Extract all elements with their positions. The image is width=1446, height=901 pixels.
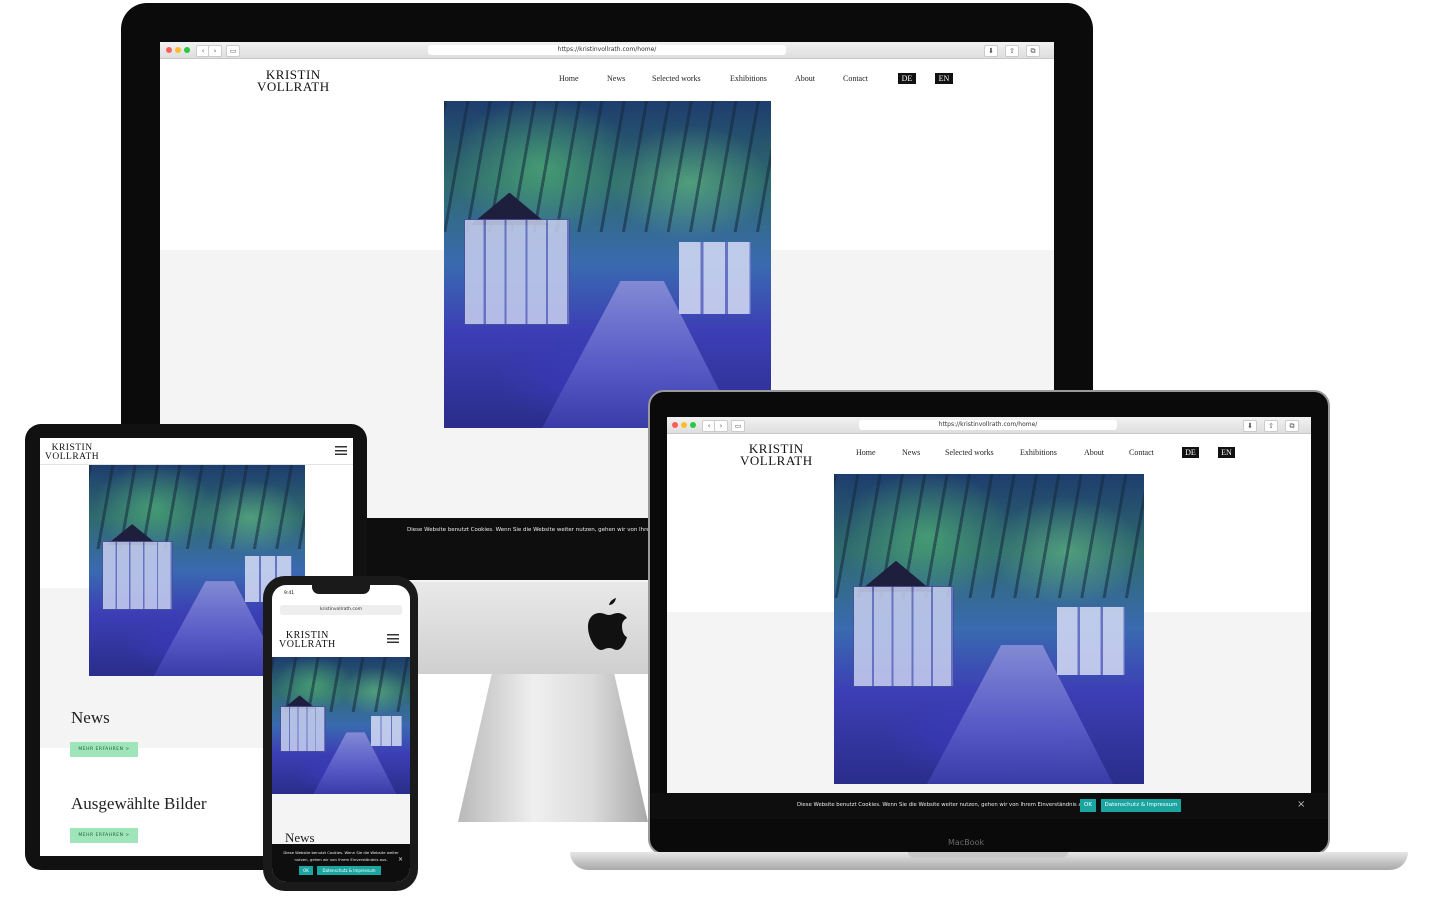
close-window-icon[interactable] xyxy=(672,422,678,428)
imac-cookie-bar: Diese Website benutzt Cookies. Wenn Sie … xyxy=(367,518,660,580)
cookie-ok-button[interactable]: OK xyxy=(299,866,313,875)
selected-heading: Ausgewählte Bilder xyxy=(71,794,207,813)
news-more-button[interactable]: MEHR ERFAHREN > xyxy=(70,742,138,757)
hero-painting xyxy=(272,657,410,794)
phone-screen: 9:41 kristinvollrath.com KRISTIN VOLLRAT… xyxy=(272,585,410,882)
site-logo[interactable]: KRISTIN VOLLRATH xyxy=(740,442,813,468)
macbook-label: MacBook xyxy=(948,838,985,847)
lang-en-button[interactable]: EN xyxy=(1218,447,1235,458)
apple-logo-icon xyxy=(588,598,627,650)
lang-en-button[interactable]: EN xyxy=(935,73,953,84)
sidebar-icon[interactable]: ▭ xyxy=(731,420,745,432)
hero-painting xyxy=(444,101,771,428)
cookie-privacy-button[interactable]: Datenschutz & Impressum xyxy=(1101,799,1181,812)
close-icon[interactable]: × xyxy=(398,856,403,863)
logo-line2: VOLLRATH xyxy=(45,451,100,462)
status-time: 9:41 xyxy=(284,591,295,596)
logo-line2: VOLLRATH xyxy=(279,639,336,651)
forward-icon[interactable]: › xyxy=(714,420,728,432)
phone-notch xyxy=(312,585,370,594)
site-logo[interactable]: KRISTIN VOLLRATH xyxy=(257,68,330,94)
phone-logo[interactable]: KRISTIN VOLLRATH xyxy=(279,630,336,651)
news-heading: News xyxy=(71,708,110,727)
url-bar[interactable]: kristinvollrath.com xyxy=(280,605,402,615)
close-window-icon[interactable] xyxy=(166,47,172,53)
close-icon[interactable]: × xyxy=(1297,799,1305,810)
nav-selected-works[interactable]: Selected works xyxy=(945,448,994,457)
nav-contact[interactable]: Contact xyxy=(1129,448,1154,457)
nav-about[interactable]: About xyxy=(795,74,815,83)
download-icon[interactable]: ⬇ xyxy=(984,45,998,57)
cookie-text: Diese Website benutzt Cookies. Wenn Sie … xyxy=(283,850,399,862)
url-bar[interactable]: https://kristinvollrath.com/home/ xyxy=(428,45,786,55)
sidebar-icon[interactable]: ▭ xyxy=(226,45,240,57)
zoom-window-icon[interactable] xyxy=(184,47,190,53)
logo-line2: VOLLRATH xyxy=(257,78,330,94)
tabs-icon[interactable]: ⧉ xyxy=(1285,420,1299,432)
nav-exhibitions[interactable]: Exhibitions xyxy=(730,74,767,83)
download-icon[interactable]: ⬇ xyxy=(1243,420,1257,432)
logo-line2: VOLLRATH xyxy=(740,452,813,468)
imac-stand xyxy=(458,672,648,822)
menu-icon[interactable] xyxy=(387,634,399,643)
lang-de-button[interactable]: DE xyxy=(898,73,916,84)
nav-about[interactable]: About xyxy=(1084,448,1104,457)
macbook-base-notch xyxy=(908,852,1068,858)
url-bar[interactable]: https://kristinvollrath.com/home/ xyxy=(859,420,1117,430)
nav-home[interactable]: Home xyxy=(856,448,876,457)
macbook-screen: ‹ › ▭ https://kristinvollrath.com/home/ … xyxy=(667,417,1311,817)
cookie-text: Diese Website benutzt Cookies. Wenn Sie … xyxy=(407,527,661,533)
minimize-window-icon[interactable] xyxy=(175,47,181,53)
minimize-window-icon[interactable] xyxy=(681,422,687,428)
forward-icon[interactable]: › xyxy=(208,45,222,57)
browser-toolbar: ‹ › ▭ https://kristinvollrath.com/home/ … xyxy=(160,42,1054,59)
lang-de-button[interactable]: DE xyxy=(1182,447,1199,458)
share-icon[interactable]: ⇧ xyxy=(1264,420,1278,432)
nav-news[interactable]: News xyxy=(902,448,920,457)
nav-news[interactable]: News xyxy=(607,74,625,83)
macbook-cookie-bar: Diese Website benutzt Cookies. Wenn Sie … xyxy=(651,793,1328,819)
browser-toolbar: ‹ › ▭ https://kristinvollrath.com/home/ … xyxy=(667,417,1311,434)
nav-selected-works[interactable]: Selected works xyxy=(652,74,701,83)
nav-exhibitions[interactable]: Exhibitions xyxy=(1020,448,1057,457)
hero-painting xyxy=(834,474,1144,784)
cookie-text: Diese Website benutzt Cookies. Wenn Sie … xyxy=(797,802,1090,808)
tabs-icon[interactable]: ⧉ xyxy=(1026,45,1040,57)
nav-home[interactable]: Home xyxy=(559,74,579,83)
cookie-privacy-button[interactable]: Datenschutz & Impressum xyxy=(317,866,381,875)
tablet-logo[interactable]: KRISTIN VOLLRATH xyxy=(45,443,100,462)
share-icon[interactable]: ⇧ xyxy=(1005,45,1019,57)
zoom-window-icon[interactable] xyxy=(690,422,696,428)
cookie-ok-button[interactable]: OK xyxy=(1080,799,1096,812)
nav-contact[interactable]: Contact xyxy=(843,74,868,83)
phone-cookie-bar: Diese Website benutzt Cookies. Wenn Sie … xyxy=(272,844,410,882)
selected-more-button[interactable]: MEHR ERFAHREN > xyxy=(70,828,138,843)
menu-icon[interactable] xyxy=(335,446,347,455)
